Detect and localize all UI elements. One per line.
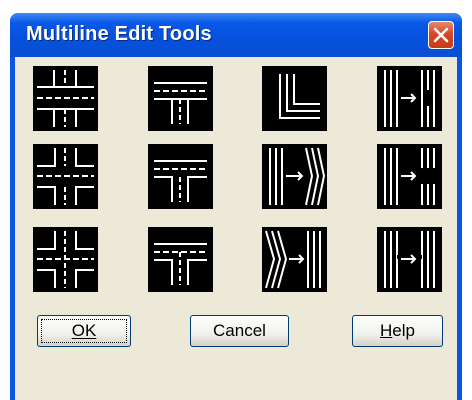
multiline-edit-tools-dialog: Multiline Edit Tools OK Cancel Help [10,13,462,400]
merged-tee-tool[interactable] [148,227,213,292]
mline-merged-cross-icon [37,231,94,288]
closed-cross-tool[interactable] [33,66,98,131]
cut-single-tool[interactable] [377,66,442,131]
mline-open-tee-icon [154,160,207,202]
open-tee-tool[interactable] [148,144,213,209]
ok-button-label: OK [71,321,97,340]
open-cross-tool[interactable] [33,144,98,209]
mline-closed-tee-icon [154,82,207,124]
mline-cut-single-icon [384,70,435,127]
mline-open-cross-icon [37,148,94,205]
mline-corner-joint-icon [279,74,320,119]
mline-weld-all-icon [384,231,435,288]
closed-tee-tool[interactable] [148,66,213,131]
add-vertex-tool[interactable] [262,144,327,209]
mline-cut-all-icon [384,148,435,205]
dialog-title: Multiline Edit Tools [26,23,212,45]
dialog-client-area: OK Cancel Help [15,57,457,400]
mline-merged-tee-icon [154,243,207,285]
ok-button[interactable]: OK [37,315,131,347]
cut-all-tool[interactable] [377,144,442,209]
cancel-button[interactable]: Cancel [190,315,289,347]
delete-vertex-tool[interactable] [262,227,327,292]
help-button-label: Help [380,321,415,340]
weld-all-tool[interactable] [377,227,442,292]
help-button[interactable]: Help [352,315,443,347]
cancel-button-label: Cancel [213,321,266,340]
merged-cross-tool[interactable] [33,227,98,292]
mline-delete-vertex-icon [265,230,321,289]
close-button[interactable] [428,21,454,49]
title-bar[interactable]: Multiline Edit Tools [10,13,462,57]
mline-closed-cross-icon [37,70,94,127]
corner-joint-tool[interactable] [262,66,327,131]
mline-add-vertex-icon [269,147,326,206]
close-x-icon [433,27,449,43]
